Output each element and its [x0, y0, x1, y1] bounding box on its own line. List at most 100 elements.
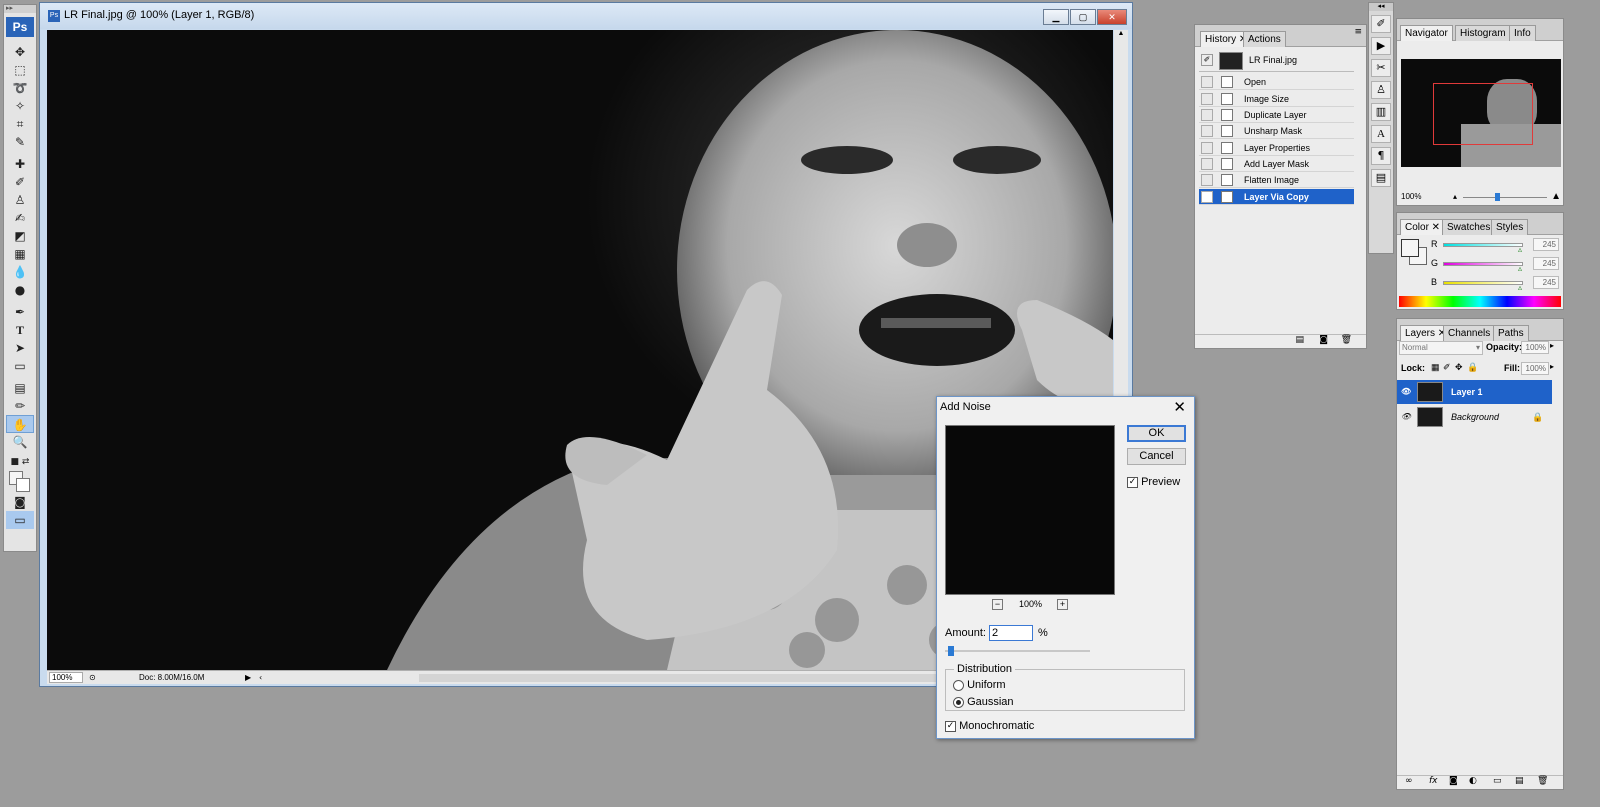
opacity-arrow-icon[interactable]: ▸: [1550, 341, 1554, 350]
preview-checkbox-row[interactable]: ✓ Preview: [1127, 476, 1180, 488]
channel-r-value[interactable]: 245: [1533, 238, 1559, 251]
actions-play-icon[interactable]: ▶: [1371, 37, 1391, 55]
toolbox-grip[interactable]: ▸▸: [4, 5, 36, 13]
stamp-tool-icon[interactable]: ♙: [6, 191, 34, 209]
status-arrow-icon[interactable]: ▶: [245, 671, 251, 684]
layer-row-layer-1[interactable]: 👁 Layer 1: [1397, 380, 1552, 404]
layer-row-background[interactable]: 👁 Background 🔒: [1397, 405, 1552, 429]
lock-image-icon[interactable]: ✐: [1443, 362, 1451, 373]
pen-tool-icon[interactable]: ✒: [6, 303, 34, 321]
new-document-icon[interactable]: ▤: [1295, 335, 1304, 345]
panel-menu-icon[interactable]: ≡: [1354, 27, 1362, 37]
magic-wand-tool-icon[interactable]: ✧: [6, 97, 34, 115]
tab-info[interactable]: Info: [1509, 25, 1536, 41]
lock-all-icon[interactable]: 🔒: [1467, 362, 1478, 373]
channel-b-thumb[interactable]: ▵: [1518, 283, 1522, 292]
navigator-zoom-slider[interactable]: [1463, 197, 1547, 198]
eraser-tool-icon[interactable]: ◩: [6, 227, 34, 245]
lasso-tool-icon[interactable]: ➰: [6, 79, 34, 97]
ok-button[interactable]: OK: [1127, 425, 1186, 442]
fill-arrow-icon[interactable]: ▸: [1550, 362, 1554, 371]
crop-tool-icon[interactable]: ⌗: [6, 115, 34, 133]
eyedropper-tool-icon[interactable]: ✏: [6, 397, 34, 415]
document-titlebar[interactable]: Ps LR Final.jpg @ 100% (Layer 1, RGB/8) …: [40, 3, 1132, 29]
navigator-zoom-thumb[interactable]: [1495, 193, 1500, 201]
lock-position-icon[interactable]: ✥: [1455, 362, 1463, 373]
delete-layer-icon[interactable]: 🗑: [1537, 776, 1548, 786]
minimize-button[interactable]: ▁: [1043, 9, 1069, 25]
dialog-close-icon[interactable]: ✕: [1173, 398, 1186, 416]
screen-mode-icon[interactable]: ▭: [6, 511, 34, 529]
zoom-field[interactable]: 100%: [49, 672, 83, 683]
new-layer-icon[interactable]: ▤: [1515, 776, 1524, 786]
shape-tool-icon[interactable]: ▭: [6, 357, 34, 375]
tab-histogram[interactable]: Histogram: [1455, 25, 1511, 41]
clone-source-icon[interactable]: ♙: [1371, 81, 1391, 99]
history-item[interactable]: Layer Properties: [1199, 140, 1354, 156]
tool-presets-icon[interactable]: ✂: [1371, 59, 1391, 77]
horizontal-scroll-thumb[interactable]: [419, 674, 939, 682]
channel-b-slider[interactable]: [1443, 281, 1523, 285]
monochromatic-row[interactable]: ✓ Monochromatic: [945, 720, 1034, 732]
dodge-tool-icon[interactable]: ●: [6, 281, 34, 299]
navigator-view-box[interactable]: [1433, 83, 1533, 145]
layer-comps-icon[interactable]: ▥: [1371, 103, 1391, 121]
monochromatic-checkbox[interactable]: ✓: [945, 720, 956, 732]
notes-tool-icon[interactable]: ▤: [6, 379, 34, 397]
layer-style-icon[interactable]: fx: [1429, 776, 1438, 786]
color-swatches[interactable]: [7, 471, 33, 493]
maximize-button[interactable]: ▢: [1070, 9, 1096, 25]
amount-slider-thumb[interactable]: [948, 646, 954, 656]
uniform-option[interactable]: Uniform: [953, 679, 1006, 691]
preview-checkbox[interactable]: ✓: [1127, 476, 1138, 488]
new-group-icon[interactable]: ▭: [1493, 776, 1502, 786]
blend-mode-select[interactable]: Normal ▾: [1399, 341, 1483, 355]
character-icon[interactable]: A: [1371, 125, 1391, 143]
color-spectrum-bar[interactable]: [1399, 296, 1561, 307]
adjustment-layer-icon[interactable]: ◐: [1469, 776, 1477, 786]
layer-mask-icon[interactable]: ◙: [1449, 776, 1458, 786]
blur-tool-icon[interactable]: 💧: [6, 263, 34, 281]
history-item[interactable]: Unsharp Mask: [1199, 123, 1354, 139]
noise-preview[interactable]: [945, 425, 1115, 595]
channel-g-thumb[interactable]: ▵: [1518, 264, 1522, 273]
tab-color[interactable]: Color ✕: [1400, 219, 1446, 235]
uniform-radio[interactable]: [953, 679, 964, 691]
cancel-button[interactable]: Cancel: [1127, 448, 1186, 465]
link-layers-icon[interactable]: ∞: [1405, 776, 1413, 786]
visibility-eye-icon[interactable]: 👁: [1401, 387, 1411, 397]
status-menu-icon[interactable]: ⊙: [89, 671, 96, 684]
zoom-out-icon[interactable]: −: [992, 599, 1003, 610]
tab-actions[interactable]: Actions: [1243, 31, 1286, 47]
notes-icon[interactable]: ▤: [1371, 169, 1391, 187]
slice-tool-icon[interactable]: ✎: [6, 133, 34, 151]
gaussian-option[interactable]: Gaussian: [953, 696, 1014, 708]
tab-navigator[interactable]: Navigator: [1400, 25, 1453, 41]
swap-colors-icon[interactable]: ■ ⇄: [6, 453, 34, 471]
tab-paths[interactable]: Paths: [1493, 325, 1529, 341]
zoom-in-mountain-icon[interactable]: ▲: [1551, 191, 1561, 202]
type-tool-icon[interactable]: T: [6, 321, 34, 339]
channel-g-value[interactable]: 245: [1533, 257, 1559, 270]
history-item[interactable]: Add Layer Mask: [1199, 156, 1354, 172]
navigator-zoom[interactable]: 100%: [1401, 192, 1421, 201]
gaussian-radio[interactable]: [953, 696, 964, 708]
amount-slider[interactable]: [945, 650, 1090, 652]
navigator-thumbnail[interactable]: [1401, 59, 1561, 167]
channel-r-slider[interactable]: [1443, 243, 1523, 247]
fg-bg-swatch[interactable]: [1401, 239, 1427, 265]
dock-grip[interactable]: ◂◂: [1369, 3, 1393, 11]
path-selection-tool-icon[interactable]: ➤: [6, 339, 34, 357]
history-brush-tool-icon[interactable]: ✍: [6, 209, 34, 227]
zoom-tool-icon[interactable]: 🔍: [6, 433, 34, 451]
quick-mask-icon[interactable]: ◙: [6, 493, 34, 511]
healing-brush-tool-icon[interactable]: ✚: [6, 155, 34, 173]
zoom-out-mountain-icon[interactable]: ▴: [1453, 192, 1457, 201]
lock-transparent-icon[interactable]: ▦: [1431, 362, 1440, 373]
history-item[interactable]: Flatten Image: [1199, 172, 1354, 188]
fill-value[interactable]: 100%: [1521, 362, 1549, 375]
new-snapshot-icon[interactable]: ◙: [1319, 335, 1328, 345]
visibility-eye-icon[interactable]: 👁: [1401, 412, 1411, 422]
channel-b-value[interactable]: 245: [1533, 276, 1559, 289]
amount-input[interactable]: [989, 625, 1033, 641]
